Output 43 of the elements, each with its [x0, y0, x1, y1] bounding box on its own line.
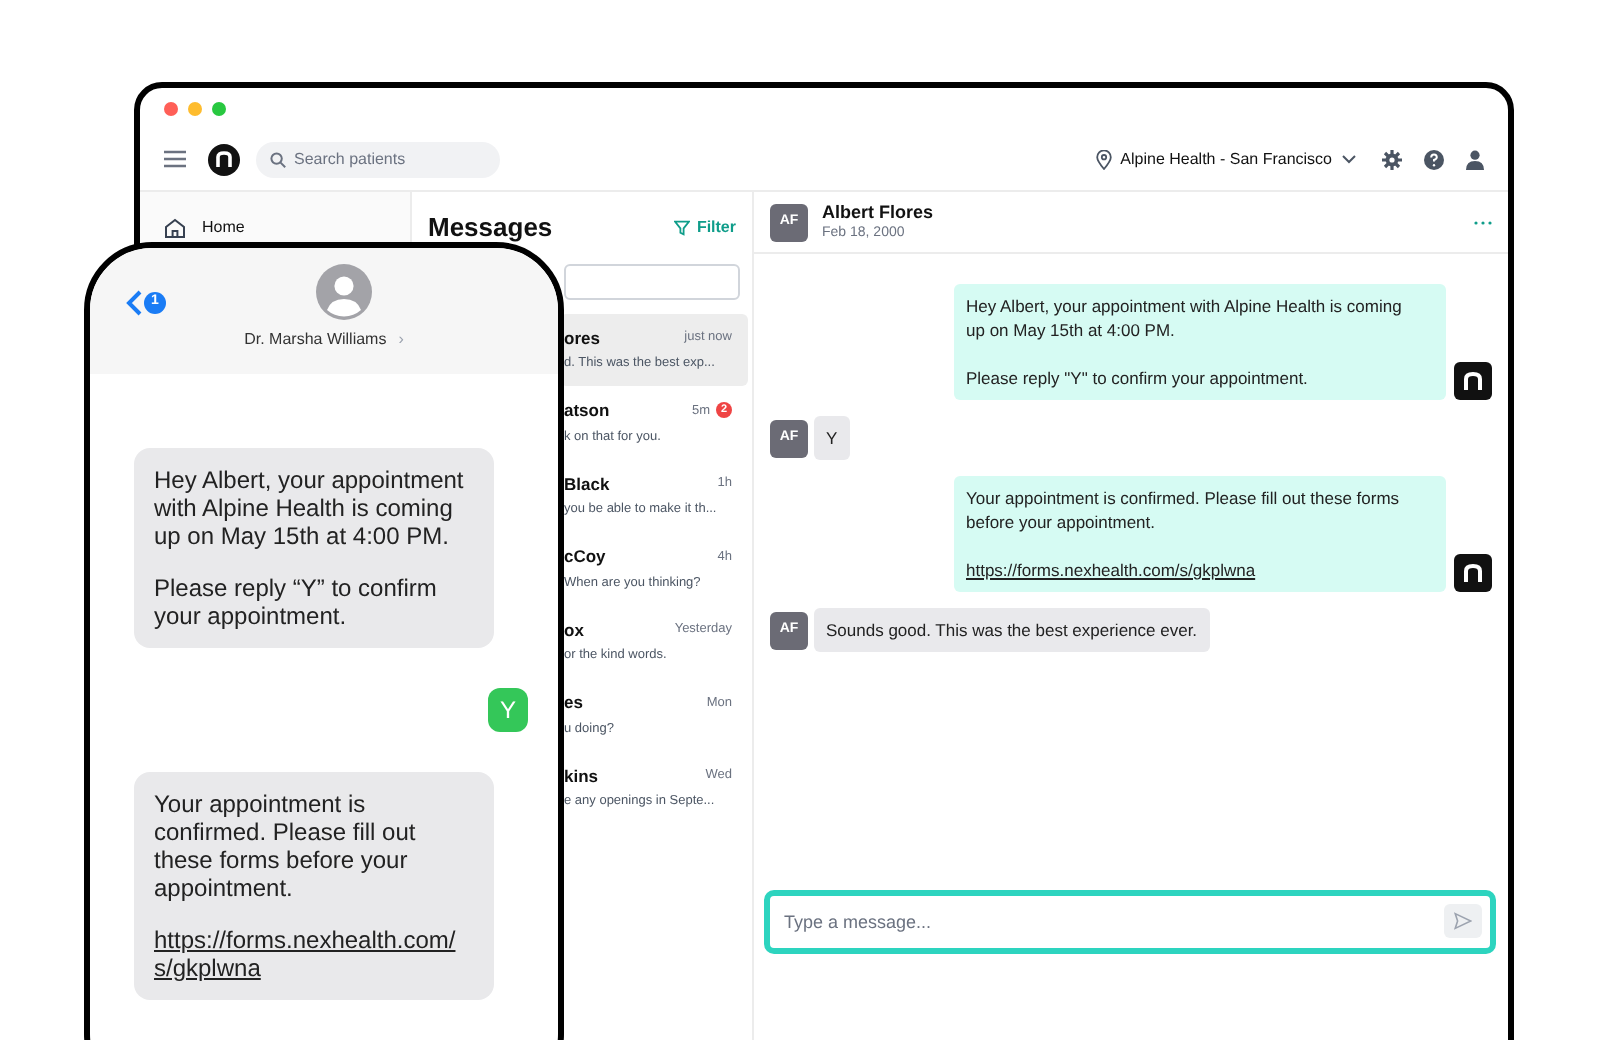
message-text: Please reply “Y” to confirm your appointment.	[154, 574, 439, 630]
sidebar-item[interactable]: Home	[164, 216, 245, 240]
message-text: Sounds good. This was the best experience ever.	[826, 618, 1198, 642]
message-bubble: Y	[487, 688, 528, 732]
contact-name[interactable]: Dr. Marsha Williams	[244, 328, 387, 352]
message-link[interactable]: https://forms.nexhealth.com/s/gkplwna	[966, 558, 1418, 582]
chevron-down-icon[interactable]	[1342, 154, 1356, 164]
logo-icon	[1454, 362, 1492, 400]
conversation-name: cCoy	[564, 544, 606, 570]
help-icon[interactable]	[1424, 149, 1444, 169]
conversation-name: ox	[564, 617, 584, 643]
search-field[interactable]: Search patients	[256, 141, 500, 177]
conversation-name: atson	[564, 398, 610, 424]
message-text: Hey Albert, your appointment with Alpine Health is coming up on May 15th at 4:00 PM.	[154, 466, 466, 550]
message-text: Please reply "Y" to confirm your appointment.	[966, 366, 1310, 390]
back-chevron-icon	[126, 290, 142, 316]
logo-icon	[1454, 554, 1492, 592]
more-icon[interactable]	[1474, 219, 1492, 225]
conversation-name: kins	[564, 763, 599, 789]
conversation-search-field[interactable]	[564, 263, 740, 299]
message-text: Y	[826, 426, 838, 450]
home-icon	[164, 218, 186, 238]
message-text: Your appointment is confirmed. Please fill out these forms before your appointment.	[154, 790, 418, 902]
location-pin-icon	[1096, 149, 1113, 169]
message-text: Hey Albert, your appointment with Alpine Health is coming up on May 15th at 4:00 PM.	[966, 294, 1404, 342]
conversation-name: es	[564, 690, 583, 716]
chevron: ›	[398, 328, 404, 352]
contact-name: Albert Flores	[822, 201, 934, 223]
conversation-name: ores	[564, 325, 600, 351]
user-icon[interactable]	[1466, 149, 1484, 169]
location-selector[interactable]: Alpine Health - San Francisco	[1120, 147, 1332, 171]
search-icon	[270, 151, 286, 167]
message-link[interactable]: https://forms.nexhealth.com/s/gkplwna	[154, 926, 474, 982]
message-text: Your appointment is confirmed. Please fill out these forms before your appointment.	[966, 486, 1402, 534]
menu-icon[interactable]	[164, 150, 186, 168]
avatar-icon	[316, 264, 372, 320]
conversation-name: Black	[564, 471, 610, 497]
messages-title: Messages	[428, 210, 553, 246]
settings-icon[interactable]	[1382, 149, 1402, 169]
message-input[interactable]: Type a message...	[764, 890, 1496, 954]
send-icon	[1454, 912, 1472, 930]
logo-icon[interactable]	[208, 143, 240, 175]
filter-icon	[674, 219, 691, 236]
